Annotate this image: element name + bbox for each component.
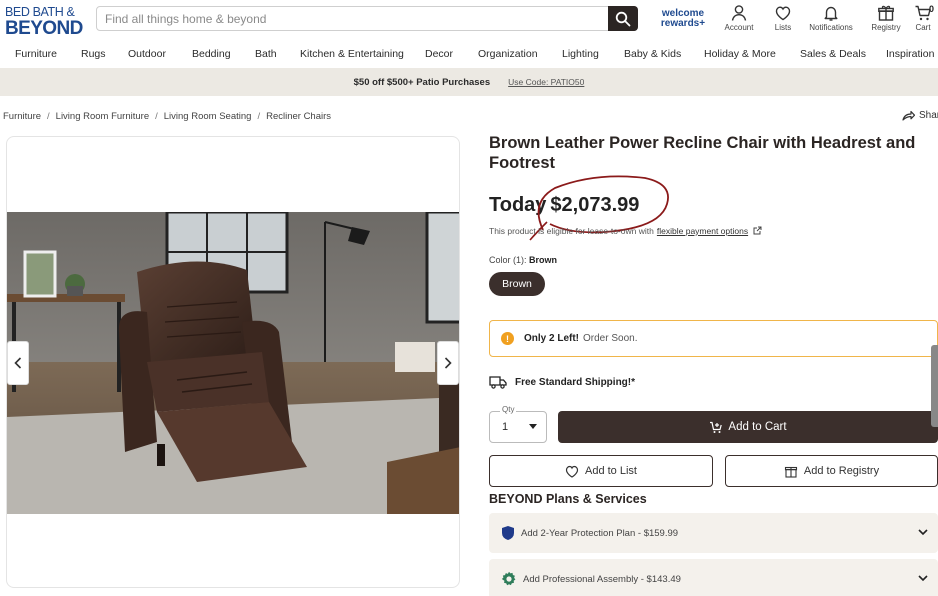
recliner-chair-photo bbox=[7, 212, 459, 514]
color-label: Color (1): Brown bbox=[489, 255, 557, 265]
add-to-list-button[interactable]: Add to List bbox=[489, 455, 713, 487]
cart-button[interactable]: 0 Cart bbox=[903, 4, 938, 32]
breadcrumb: Furniture / Living Room Furniture / Living R… bbox=[3, 111, 331, 122]
nav-item-kitchen-entertaining[interactable]: Kitchen & Entertaining bbox=[300, 48, 404, 60]
gear-icon bbox=[501, 571, 516, 586]
breadcrumb-furniture[interactable]: Furniture bbox=[3, 111, 41, 122]
cart-plus-icon bbox=[710, 421, 723, 433]
add-to-registry-button[interactable]: Add to Registry bbox=[725, 455, 938, 487]
alert-icon: ! bbox=[501, 332, 514, 345]
assembly-option[interactable]: Add Professional Assembly - $143.49 bbox=[489, 559, 938, 596]
notifications-label: Notifications bbox=[809, 23, 853, 32]
chevron-down-icon bbox=[918, 529, 928, 536]
product-title: Brown Leather Power Recline Chair with H… bbox=[489, 134, 916, 172]
stock-note: Order Soon. bbox=[583, 333, 638, 344]
registry-label: Registry bbox=[871, 23, 901, 32]
promo-code-link[interactable]: Use Code: PATIO50 bbox=[508, 77, 584, 87]
add-to-cart-button[interactable]: Add to Cart bbox=[558, 411, 938, 443]
color-value: Brown bbox=[529, 255, 558, 265]
search-input[interactable] bbox=[97, 7, 602, 30]
account-button[interactable]: Account bbox=[715, 4, 763, 32]
brand-logo-line2: BEYOND bbox=[5, 17, 83, 39]
add-to-list-label: Add to List bbox=[585, 465, 637, 477]
breadcrumb-separator: / bbox=[155, 111, 158, 122]
protection-plan-option[interactable]: Add 2-Year Protection Plan - $159.99 bbox=[489, 513, 938, 553]
low-stock-alert: ! Only 2 Left! Order Soon. bbox=[489, 320, 938, 357]
scrollbar-thumb[interactable] bbox=[931, 345, 938, 427]
promo-banner: $50 off $500+ Patio Purchases Use Code: … bbox=[0, 68, 938, 96]
account-label: Account bbox=[724, 23, 754, 32]
product-image-gallery bbox=[6, 136, 460, 588]
person-icon bbox=[731, 5, 747, 21]
product-photo[interactable] bbox=[7, 212, 459, 514]
add-to-registry-label: Add to Registry bbox=[803, 465, 880, 477]
quantity-value: 1 bbox=[502, 421, 509, 433]
shipping-info: Free Standard Shipping!* bbox=[489, 375, 635, 389]
heart-icon bbox=[775, 6, 791, 21]
nav-item-baby-kids[interactable]: Baby & Kids bbox=[624, 48, 681, 60]
heart-icon bbox=[565, 465, 579, 478]
breadcrumb-living-room-seating[interactable]: Living Room Seating bbox=[164, 111, 252, 122]
nav-item-rugs[interactable]: Rugs bbox=[81, 48, 106, 60]
truck-icon bbox=[489, 376, 507, 389]
quantity-select[interactable]: 1 bbox=[489, 411, 547, 443]
breadcrumb-recliner-chairs[interactable]: Recliner Chairs bbox=[266, 111, 331, 122]
nav-item-organization[interactable]: Organization bbox=[478, 48, 538, 60]
promo-text: $50 off $500+ Patio Purchases bbox=[353, 76, 491, 88]
site-header: BED BATH & BEYOND welcome rewards+ Accou… bbox=[0, 0, 938, 40]
nav-item-outdoor[interactable]: Outdoor bbox=[128, 48, 166, 60]
breadcrumb-separator: / bbox=[257, 111, 261, 122]
chevron-down-icon bbox=[918, 575, 928, 582]
next-image-button[interactable] bbox=[437, 341, 459, 385]
nav-item-furniture[interactable]: Furniture bbox=[15, 48, 57, 60]
notifications-button[interactable]: Notifications bbox=[807, 4, 855, 32]
brand-logo-line1: BED BATH & bbox=[5, 5, 75, 19]
breadcrumb-living-room-furniture[interactable]: Living Room Furniture bbox=[56, 111, 149, 122]
nav-item-lighting[interactable]: Lighting bbox=[562, 48, 599, 60]
welcome-rewards-link[interactable]: welcome rewards+ bbox=[655, 9, 711, 29]
share-button[interactable]: Shar bbox=[902, 109, 938, 121]
color-label-text: Color (1): bbox=[489, 255, 527, 265]
search-icon bbox=[615, 11, 631, 26]
category-nav: Furniture Rugs Outdoor Bedding Bath Kitc… bbox=[0, 42, 938, 66]
brand-logo[interactable]: BED BATH & BEYOND bbox=[5, 6, 83, 38]
search-button[interactable] bbox=[608, 6, 638, 31]
nav-item-sales-deals[interactable]: Sales & Deals bbox=[800, 48, 866, 60]
chevron-left-icon bbox=[14, 357, 22, 369]
flexible-payment-link[interactable]: flexible payment options bbox=[657, 226, 748, 236]
chevron-right-icon bbox=[444, 357, 452, 369]
share-label: Shar bbox=[919, 109, 938, 121]
cart-count-badge: 0 bbox=[929, 4, 935, 14]
bell-icon bbox=[824, 6, 838, 21]
shield-icon bbox=[502, 526, 514, 540]
lease-to-own-note: This product is eligible for lease-to-ow… bbox=[489, 226, 762, 236]
prev-image-button[interactable] bbox=[7, 341, 29, 385]
shipping-text: Free Standard Shipping!* bbox=[515, 376, 636, 388]
nav-item-holiday-more[interactable]: Holiday & More bbox=[704, 48, 776, 60]
color-swatch-brown[interactable]: Brown bbox=[489, 272, 545, 296]
lists-label: Lists bbox=[774, 23, 792, 32]
lists-button[interactable]: Lists bbox=[759, 4, 807, 32]
protection-plan-label: Add 2-Year Protection Plan - $159.99 bbox=[521, 527, 679, 539]
assembly-label: Add Professional Assembly - $143.49 bbox=[523, 573, 681, 585]
nav-item-decor[interactable]: Decor bbox=[425, 48, 453, 60]
breadcrumb-separator: / bbox=[47, 111, 50, 122]
nav-item-bath[interactable]: Bath bbox=[255, 48, 277, 60]
gift-icon bbox=[784, 466, 797, 478]
cart-label: Cart bbox=[915, 23, 931, 32]
gift-icon bbox=[878, 5, 894, 21]
caret-down-icon bbox=[529, 424, 537, 429]
nav-item-bedding[interactable]: Bedding bbox=[192, 48, 231, 60]
search-bar bbox=[96, 6, 638, 31]
add-to-cart-label: Add to Cart bbox=[728, 421, 787, 433]
stock-count: Only 2 Left! bbox=[524, 333, 580, 344]
nav-item-inspiration[interactable]: Inspiration bbox=[886, 48, 934, 60]
external-link-icon bbox=[753, 226, 762, 235]
quantity-label: Qty bbox=[500, 405, 517, 414]
share-icon bbox=[902, 110, 915, 121]
plans-services-heading: BEYOND Plans & Services bbox=[489, 492, 647, 506]
lease-text: This product is eligible for lease-to-ow… bbox=[489, 226, 654, 236]
